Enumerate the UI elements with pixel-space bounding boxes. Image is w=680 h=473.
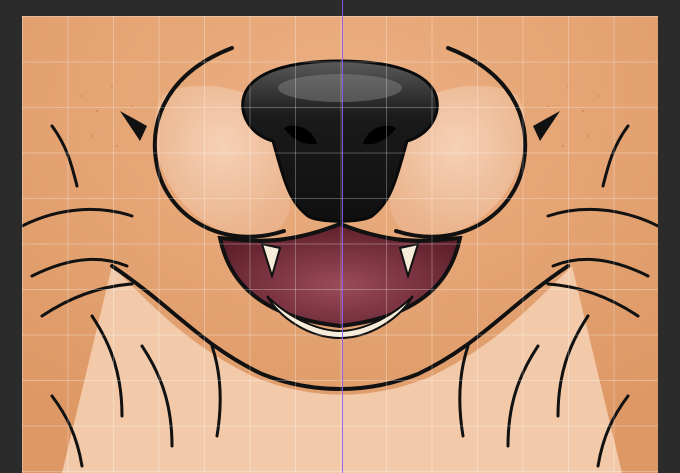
muzzle-illustration xyxy=(22,16,658,473)
artboard[interactable] xyxy=(22,16,658,473)
nose-highlight xyxy=(278,74,402,102)
vertical-guide[interactable] xyxy=(342,0,343,473)
canvas-area[interactable] xyxy=(0,0,680,473)
